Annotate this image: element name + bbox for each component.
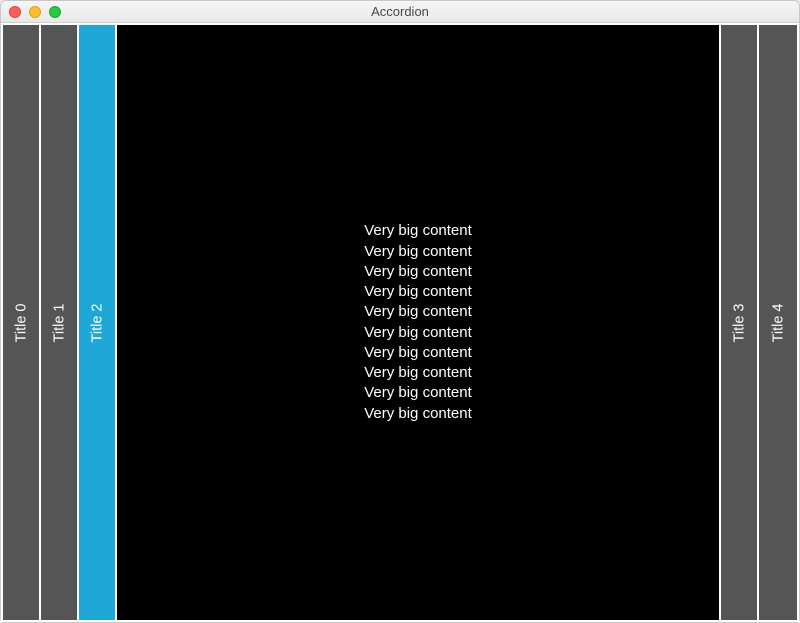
accordion-panel-content: Very big content Very big content Very b… bbox=[117, 25, 721, 620]
accordion-tab-label: Title 3 bbox=[731, 303, 747, 342]
traffic-lights bbox=[1, 6, 61, 18]
content-line: Very big content bbox=[364, 363, 472, 383]
app-window: Accordion Title 0 Title 1 Title 2 Very b… bbox=[0, 0, 800, 623]
content-line: Very big content bbox=[364, 262, 472, 282]
window-title: Accordion bbox=[1, 4, 799, 19]
content-area: Title 0 Title 1 Title 2 Very big content… bbox=[1, 23, 799, 622]
minimize-icon[interactable] bbox=[29, 6, 41, 18]
maximize-icon[interactable] bbox=[49, 6, 61, 18]
accordion: Title 0 Title 1 Title 2 Very big content… bbox=[3, 25, 797, 620]
content-line: Very big content bbox=[364, 404, 472, 424]
accordion-tab-label: Title 1 bbox=[51, 303, 67, 342]
accordion-tab-4[interactable]: Title 4 bbox=[759, 25, 797, 620]
content-line: Very big content bbox=[364, 221, 472, 241]
close-icon[interactable] bbox=[9, 6, 21, 18]
content-line: Very big content bbox=[364, 302, 472, 322]
accordion-tab-label: Title 2 bbox=[89, 303, 105, 342]
accordion-tab-0[interactable]: Title 0 bbox=[3, 25, 41, 620]
content-line: Very big content bbox=[364, 383, 472, 403]
accordion-tab-2[interactable]: Title 2 bbox=[79, 25, 117, 620]
accordion-tab-3[interactable]: Title 3 bbox=[721, 25, 759, 620]
accordion-tab-label: Title 4 bbox=[770, 303, 786, 342]
accordion-tab-label: Title 0 bbox=[13, 303, 29, 342]
content-line: Very big content bbox=[364, 242, 472, 262]
accordion-tab-1[interactable]: Title 1 bbox=[41, 25, 79, 620]
content-line: Very big content bbox=[364, 343, 472, 363]
content-line: Very big content bbox=[364, 323, 472, 343]
titlebar: Accordion bbox=[1, 1, 799, 23]
content-line: Very big content bbox=[364, 282, 472, 302]
